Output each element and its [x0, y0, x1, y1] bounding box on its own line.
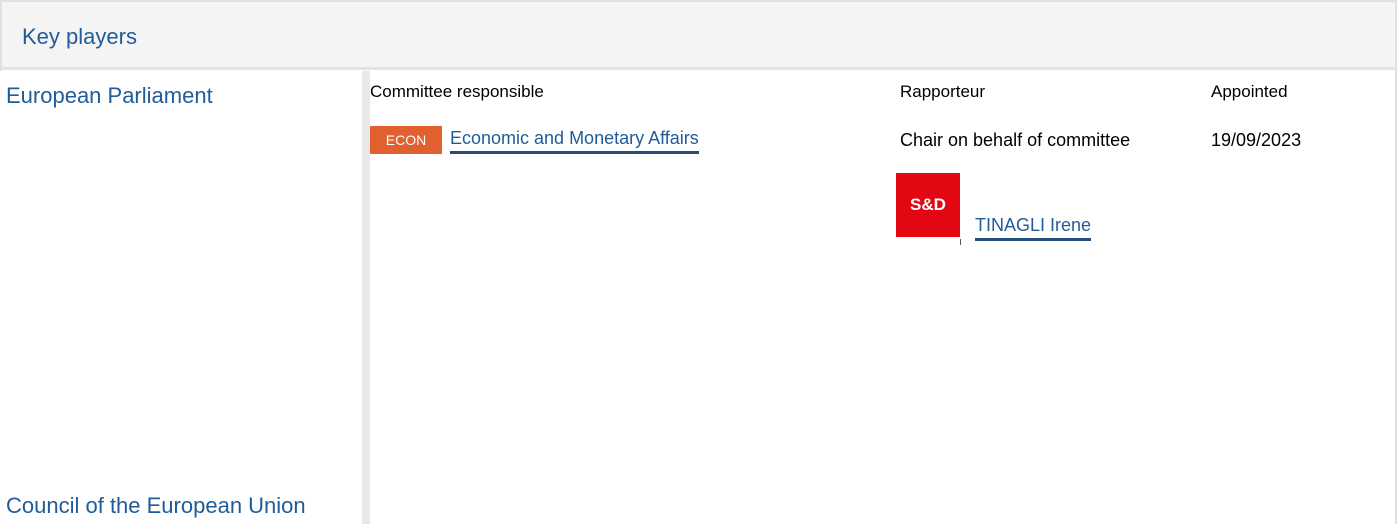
logo-tick [960, 239, 961, 245]
column-header-appointed: Appointed [1211, 82, 1288, 101]
column-header-committee: Committee responsible [370, 82, 544, 101]
sd-group-logo: S&D [896, 173, 960, 237]
column-header-rapporteur: Rapporteur [900, 82, 986, 101]
committee-link[interactable]: Economic and Monetary Affairs [450, 126, 699, 154]
committee-badge: ECON [370, 126, 442, 154]
member-link[interactable]: TINAGLI Irene [975, 213, 1092, 241]
institution-column [0, 71, 370, 524]
column-divider [362, 71, 370, 524]
rapporteur-role: Chair on behalf of committee [900, 130, 1131, 150]
institution-european-parliament: European Parliament [6, 83, 213, 108]
appointed-date: 19/09/2023 [1211, 130, 1302, 150]
panel-title: Key players [22, 24, 137, 49]
panel-header: Key players [2, 2, 1395, 70]
institution-council: Council of the European Union [6, 493, 306, 518]
